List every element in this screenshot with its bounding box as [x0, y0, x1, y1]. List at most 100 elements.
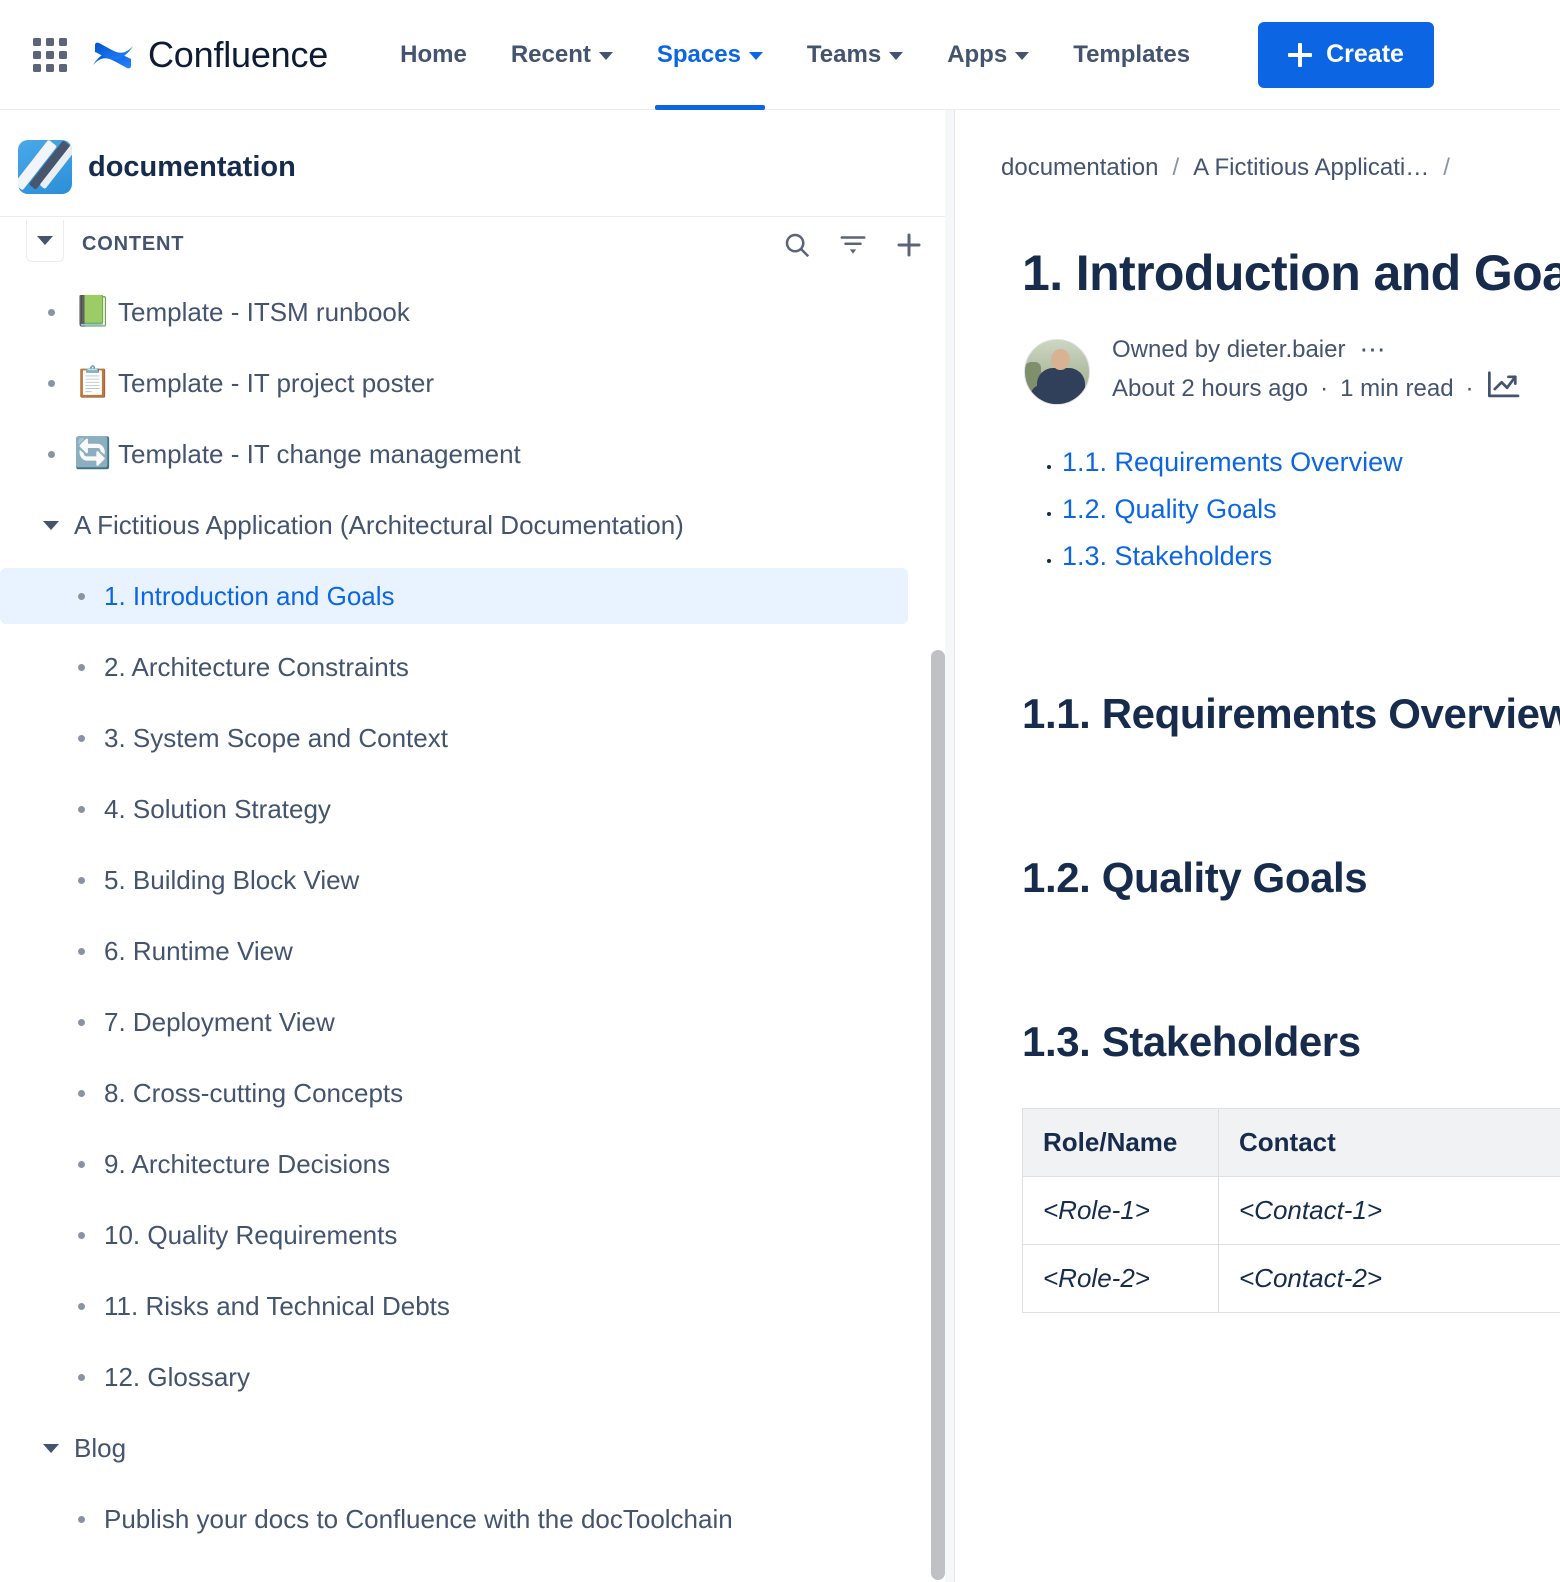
bullet-icon: [58, 1302, 104, 1310]
bullet-icon: [58, 1089, 104, 1097]
bullet-icon: [58, 663, 104, 671]
tree-item-label: A Fictitious Application (Architectural …: [74, 509, 684, 540]
page-owner: Owned by dieter.baier: [1112, 336, 1346, 363]
primary-nav-links: Home Recent Spaces Teams Apps Templates: [378, 0, 1212, 110]
tree-item[interactable]: 12. Glossary: [0, 1349, 908, 1405]
sidebar-scrollbar-track[interactable]: [945, 110, 954, 1582]
table-cell: <Contact-2>: [1218, 1244, 1560, 1313]
nav-item-templates-label: Templates: [1073, 40, 1191, 68]
tree-item-label: 7. Deployment View: [104, 1006, 335, 1037]
chevron-down-icon: [1015, 52, 1030, 60]
analytics-chart-icon[interactable]: [1486, 370, 1520, 407]
bullet-icon: [58, 1373, 104, 1381]
space-sidebar: documentation CONTENT 📗 Template - ITSM …: [0, 110, 955, 1582]
chevron-down-icon: [598, 52, 613, 60]
table-header-contact: Contact: [1218, 1108, 1560, 1177]
user-avatar[interactable]: [1024, 338, 1090, 405]
tree-item[interactable]: 4. Solution Strategy: [0, 781, 908, 837]
tree-item[interactable]: 🔄 Template - IT change management: [0, 426, 908, 482]
tree-item[interactable]: 3. System Scope and Context: [0, 710, 908, 766]
page-tree: 📗 Template - ITSM runbook 📋 Template - IT p…: [0, 272, 954, 1547]
page-updated-time: About 2 hours ago: [1112, 374, 1309, 402]
table-row: <Role-2> <Contact-2>: [1022, 1244, 1560, 1313]
bullet-icon: [58, 947, 104, 955]
tree-item[interactable]: 📋 Template - IT project poster: [0, 355, 908, 411]
tree-item-label: 10. Quality Requirements: [104, 1219, 398, 1250]
tree-item[interactable]: 9. Architecture Decisions: [0, 1136, 908, 1192]
section-heading-requirements-overview: 1.1. Requirements Overview: [1022, 690, 1560, 737]
create-button-label: Create: [1326, 40, 1404, 68]
table-header-row: Role/Name Contact: [1022, 1108, 1560, 1177]
nav-item-spaces-label: Spaces: [656, 40, 741, 68]
tree-item-label: Publish your docs to Confluence with the…: [104, 1503, 733, 1534]
bullet-icon: [58, 805, 104, 813]
page-byline: Owned by dieter.baier ⋯ About 2 hours ag…: [1024, 336, 1560, 407]
tree-item[interactable]: 6. Runtime View: [0, 923, 908, 979]
tree-item-label: 6. Runtime View: [104, 935, 293, 966]
tree-item[interactable]: A Fictitious Application (Architectural …: [0, 497, 908, 553]
bullet-icon: [58, 1231, 104, 1239]
tree-item-label: 9. Architecture Decisions: [104, 1148, 391, 1179]
nav-item-recent[interactable]: Recent: [489, 0, 635, 110]
space-name: documentation: [88, 150, 296, 183]
page-content-area: documentation / A Fictitious Applicati… …: [956, 110, 1560, 1582]
tree-item-label: Blog: [74, 1432, 127, 1463]
tree-item[interactable]: 7. Deployment View: [0, 994, 908, 1050]
tree-item[interactable]: 📗 Template - ITSM runbook: [0, 284, 908, 340]
plus-icon[interactable]: [894, 230, 924, 260]
table-row: <Role-1> <Contact-1>: [1022, 1176, 1560, 1245]
nav-item-apps-label: Apps: [947, 40, 1008, 68]
page-title: 1. Introduction and Goa: [1022, 245, 1560, 301]
documentation-space-icon: [18, 140, 72, 194]
content-section-label: CONTENT: [82, 233, 185, 255]
nav-item-home[interactable]: Home: [378, 0, 489, 110]
tree-item[interactable]: 2. Architecture Constraints: [0, 639, 908, 695]
breadcrumb-separator: /: [1172, 154, 1180, 181]
create-button[interactable]: Create: [1258, 21, 1434, 88]
confluence-brand-link[interactable]: Confluence: [90, 32, 328, 78]
chevron-down-icon[interactable]: [26, 219, 64, 262]
nav-item-templates[interactable]: Templates: [1051, 0, 1212, 110]
byline-separator: ·: [1465, 374, 1474, 402]
space-header[interactable]: documentation: [0, 110, 954, 216]
filter-icon[interactable]: [838, 230, 868, 260]
tree-item-label: 3. System Scope and Context: [104, 722, 448, 753]
sidebar-scrollbar-thumb[interactable]: [931, 650, 945, 1580]
byline-separator: ·: [1320, 374, 1329, 402]
page-toc-list: 1.1. Requirements Overview 1.2. Quality G…: [1034, 447, 1560, 572]
tree-item[interactable]: 5. Building Block View: [0, 852, 908, 908]
tree-item[interactable]: Publish your docs to Confluence with the…: [0, 1491, 908, 1547]
search-icon[interactable]: [782, 230, 812, 260]
toc-link[interactable]: 1.1. Requirements Overview: [1062, 447, 1403, 477]
ellipsis-icon[interactable]: ⋯: [1359, 337, 1387, 362]
toc-link[interactable]: 1.2. Quality Goals: [1062, 494, 1277, 524]
tree-item-label: Template - IT change management: [118, 438, 521, 469]
section-heading-stakeholders: 1.3. Stakeholders: [1022, 1018, 1361, 1065]
nav-item-home-label: Home: [400, 40, 467, 68]
toc-link[interactable]: 1.3. Stakeholders: [1062, 541, 1272, 571]
nav-item-apps[interactable]: Apps: [925, 0, 1051, 110]
tree-item[interactable]: 8. Cross-cutting Concepts: [0, 1065, 908, 1121]
tree-item-label: 11. Risks and Technical Debts: [104, 1290, 450, 1321]
chevron-down-icon[interactable]: [28, 1443, 74, 1453]
tree-item[interactable]: 10. Quality Requirements: [0, 1207, 908, 1263]
page-emoji-icon: 🔄: [74, 437, 112, 470]
nav-item-teams[interactable]: Teams: [785, 0, 925, 110]
breadcrumb-item-space[interactable]: documentation: [1001, 154, 1158, 182]
bullet-icon: [58, 734, 104, 742]
tree-item-label: 12. Glossary: [104, 1361, 250, 1392]
bullet-icon: [58, 592, 104, 600]
breadcrumb-separator: /: [1443, 154, 1450, 181]
tree-item[interactable]: Blog: [0, 1420, 908, 1476]
chevron-down-icon[interactable]: [28, 520, 74, 530]
stakeholders-table: Role/Name Contact <Role-1> <Contact-1> <Ro…: [1022, 1108, 1560, 1313]
chevron-down-icon: [748, 52, 763, 60]
tree-item[interactable]: 1. Introduction and Goals: [0, 568, 908, 624]
nav-item-recent-label: Recent: [510, 40, 591, 68]
breadcrumb-item-parent[interactable]: A Fictitious Applicati…: [1193, 154, 1429, 182]
tree-item[interactable]: 11. Risks and Technical Debts: [0, 1278, 908, 1334]
bullet-icon: [28, 450, 74, 458]
nav-item-spaces[interactable]: Spaces: [635, 0, 785, 110]
bullet-icon: [58, 1160, 104, 1168]
grid-apps-icon[interactable]: [28, 33, 72, 77]
